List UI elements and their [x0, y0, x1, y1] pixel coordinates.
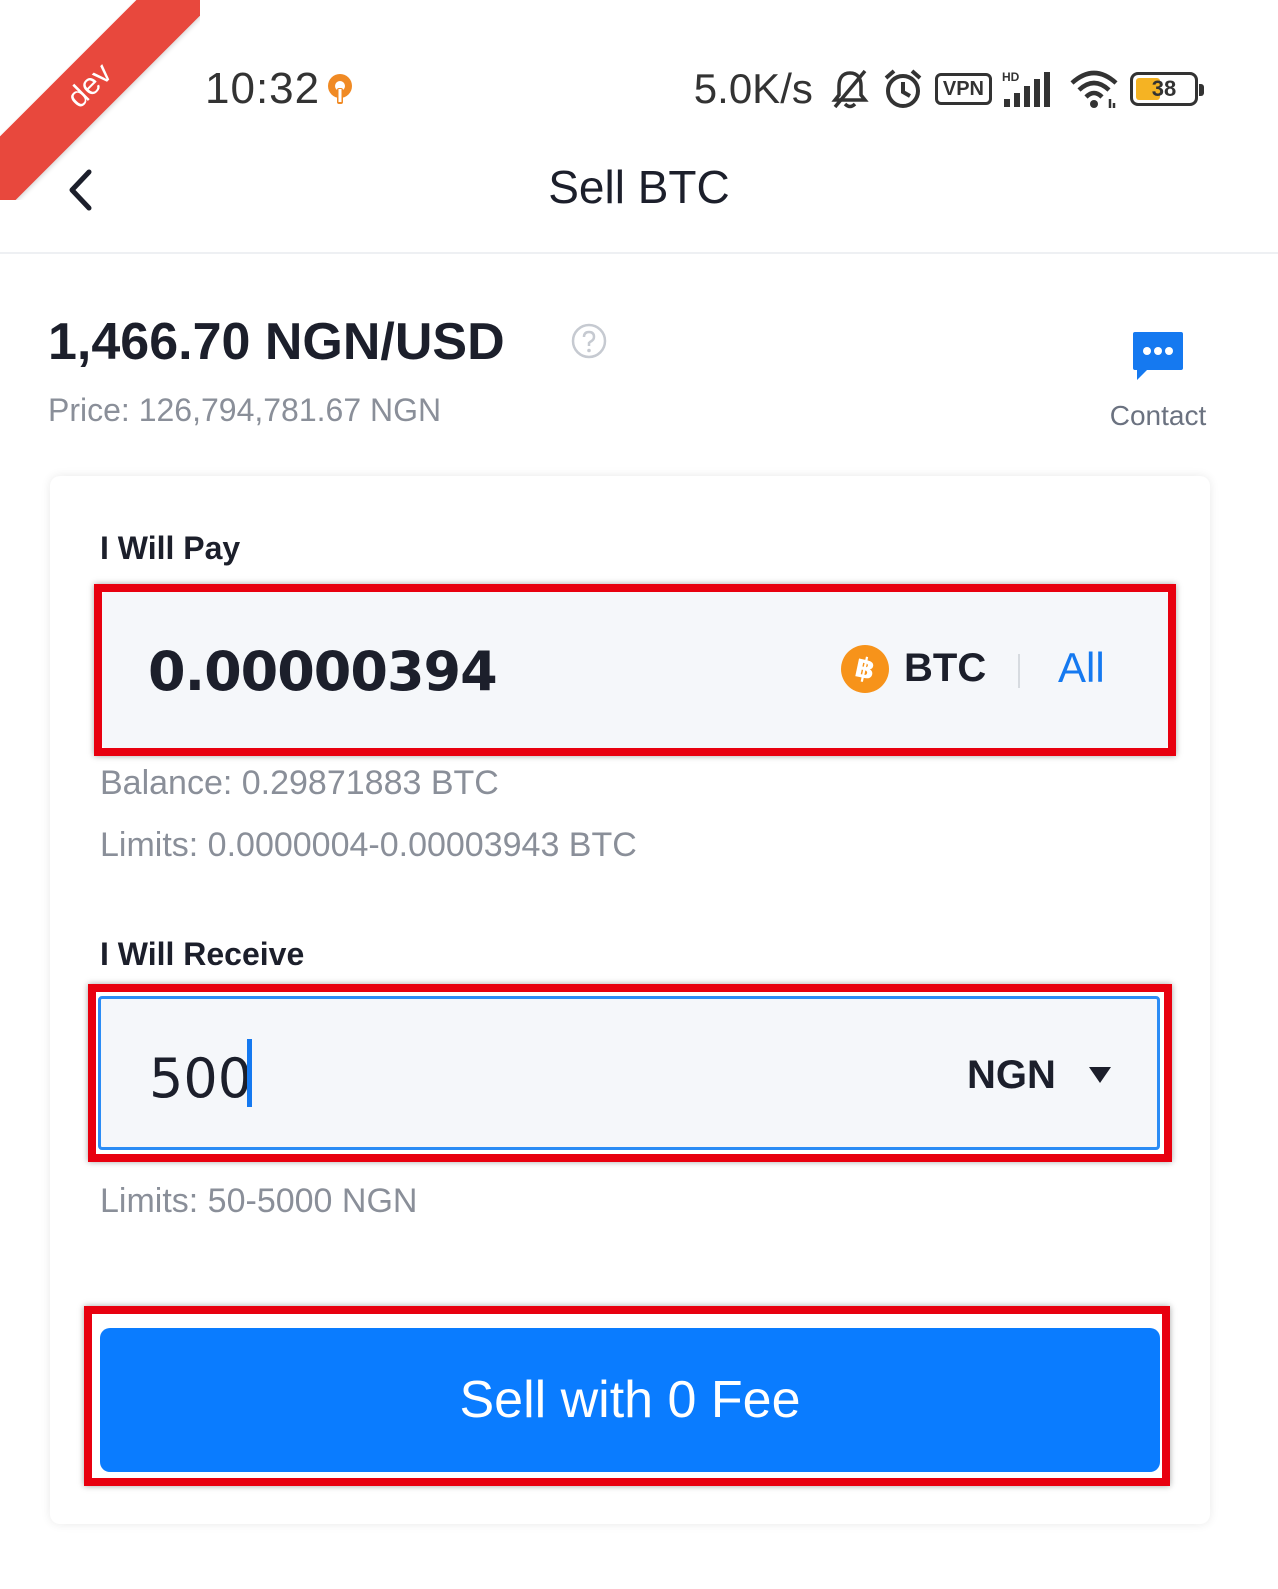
help-circle-icon[interactable]	[570, 322, 608, 365]
mute-bell-icon	[829, 67, 871, 111]
battery-level: 38	[1151, 76, 1177, 101]
receive-limits-text: Limits: 50-5000 NGN	[100, 1182, 418, 1220]
exchange-rate: 1,466.70 NGN/USD	[48, 313, 505, 371]
alarm-icon	[881, 67, 925, 111]
status-icons: 5.0K/s VPN HD 38	[693, 64, 1204, 114]
battery-icon: 38	[1130, 72, 1204, 106]
signal-icon: HD	[1002, 69, 1058, 109]
contact-button[interactable]: Contact	[1096, 330, 1220, 440]
pay-label: I Will Pay	[100, 530, 241, 566]
status-time: 10:32	[205, 64, 321, 113]
svg-text:HD: HD	[1002, 70, 1020, 84]
vpn-icon: VPN	[934, 73, 992, 105]
highlight-sell-button	[84, 1306, 1170, 1486]
sell-form-card: I Will Pay 0.00000394 ฿ BTC All Balance:…	[50, 476, 1210, 1524]
balance-text: Balance: 0.29871883 BTC	[100, 764, 499, 802]
pay-limits-text: Limits: 0.0000004-0.00003943 BTC	[100, 826, 637, 864]
price-text: Price: 126,794,781.67 NGN	[48, 392, 442, 428]
highlight-pay-field	[94, 584, 1176, 756]
wifi-icon	[1068, 69, 1120, 109]
vpn-key-icon	[326, 72, 354, 111]
chat-bubble-icon	[1133, 332, 1183, 380]
network-speed: 5.0K/s	[693, 65, 813, 112]
page-title: Sell BTC	[548, 161, 730, 213]
receive-label: I Will Receive	[100, 936, 305, 972]
contact-label: Contact	[1109, 400, 1207, 431]
app-header: Sell BTC	[0, 140, 1278, 254]
highlight-receive-field	[88, 984, 1172, 1162]
